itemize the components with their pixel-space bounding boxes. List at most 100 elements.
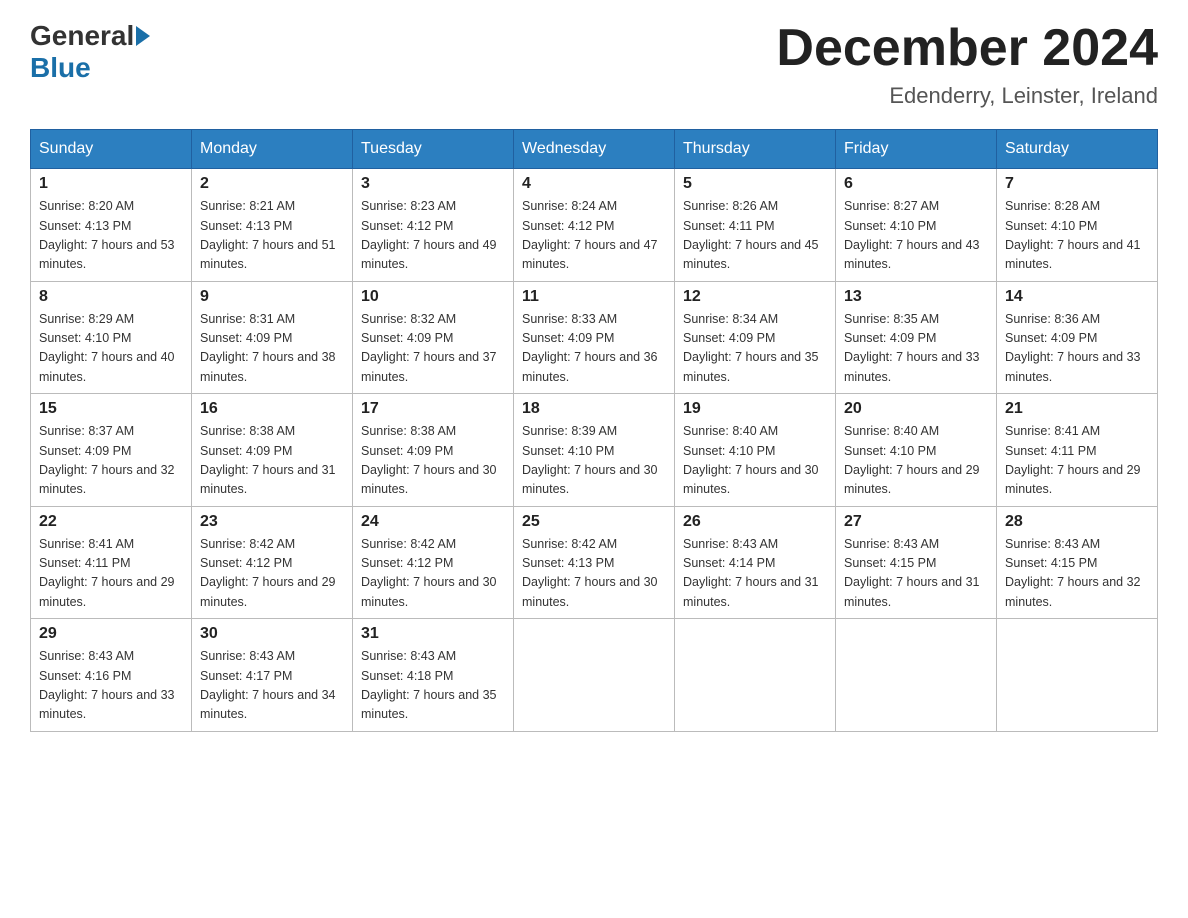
col-tuesday: Tuesday (353, 130, 514, 169)
col-thursday: Thursday (675, 130, 836, 169)
day-number: 15 (39, 400, 183, 418)
table-row: 11 Sunrise: 8:33 AMSunset: 4:09 PMDaylig… (514, 281, 675, 394)
col-saturday: Saturday (997, 130, 1158, 169)
day-info: Sunrise: 8:35 AMSunset: 4:09 PMDaylight:… (844, 312, 980, 384)
day-number: 8 (39, 288, 183, 306)
table-row (997, 619, 1158, 732)
table-row: 9 Sunrise: 8:31 AMSunset: 4:09 PMDayligh… (192, 281, 353, 394)
table-row: 3 Sunrise: 8:23 AMSunset: 4:12 PMDayligh… (353, 169, 514, 282)
table-row: 19 Sunrise: 8:40 AMSunset: 4:10 PMDaylig… (675, 394, 836, 507)
day-number: 10 (361, 288, 505, 306)
table-row: 24 Sunrise: 8:42 AMSunset: 4:12 PMDaylig… (353, 506, 514, 619)
day-number: 17 (361, 400, 505, 418)
table-row: 12 Sunrise: 8:34 AMSunset: 4:09 PMDaylig… (675, 281, 836, 394)
page-header: General Blue December 2024 Edenderry, Le… (30, 20, 1158, 109)
calendar-header-row: Sunday Monday Tuesday Wednesday Thursday… (31, 130, 1158, 169)
col-monday: Monday (192, 130, 353, 169)
day-number: 9 (200, 288, 344, 306)
day-number: 14 (1005, 288, 1149, 306)
day-info: Sunrise: 8:37 AMSunset: 4:09 PMDaylight:… (39, 424, 175, 496)
table-row: 15 Sunrise: 8:37 AMSunset: 4:09 PMDaylig… (31, 394, 192, 507)
table-row: 8 Sunrise: 8:29 AMSunset: 4:10 PMDayligh… (31, 281, 192, 394)
table-row: 2 Sunrise: 8:21 AMSunset: 4:13 PMDayligh… (192, 169, 353, 282)
day-info: Sunrise: 8:42 AMSunset: 4:12 PMDaylight:… (200, 537, 336, 609)
month-title: December 2024 (776, 20, 1158, 77)
day-info: Sunrise: 8:41 AMSunset: 4:11 PMDaylight:… (1005, 424, 1141, 496)
day-number: 22 (39, 513, 183, 531)
day-number: 18 (522, 400, 666, 418)
table-row: 27 Sunrise: 8:43 AMSunset: 4:15 PMDaylig… (836, 506, 997, 619)
table-row: 28 Sunrise: 8:43 AMSunset: 4:15 PMDaylig… (997, 506, 1158, 619)
day-number: 5 (683, 175, 827, 193)
day-info: Sunrise: 8:27 AMSunset: 4:10 PMDaylight:… (844, 199, 980, 271)
table-row: 1 Sunrise: 8:20 AMSunset: 4:13 PMDayligh… (31, 169, 192, 282)
col-wednesday: Wednesday (514, 130, 675, 169)
day-info: Sunrise: 8:43 AMSunset: 4:14 PMDaylight:… (683, 537, 819, 609)
table-row: 21 Sunrise: 8:41 AMSunset: 4:11 PMDaylig… (997, 394, 1158, 507)
day-info: Sunrise: 8:39 AMSunset: 4:10 PMDaylight:… (522, 424, 658, 496)
day-info: Sunrise: 8:42 AMSunset: 4:12 PMDaylight:… (361, 537, 497, 609)
calendar-week-row: 29 Sunrise: 8:43 AMSunset: 4:16 PMDaylig… (31, 619, 1158, 732)
day-number: 26 (683, 513, 827, 531)
table-row: 25 Sunrise: 8:42 AMSunset: 4:13 PMDaylig… (514, 506, 675, 619)
calendar-week-row: 22 Sunrise: 8:41 AMSunset: 4:11 PMDaylig… (31, 506, 1158, 619)
day-info: Sunrise: 8:28 AMSunset: 4:10 PMDaylight:… (1005, 199, 1141, 271)
table-row: 4 Sunrise: 8:24 AMSunset: 4:12 PMDayligh… (514, 169, 675, 282)
table-row: 30 Sunrise: 8:43 AMSunset: 4:17 PMDaylig… (192, 619, 353, 732)
day-number: 25 (522, 513, 666, 531)
table-row: 18 Sunrise: 8:39 AMSunset: 4:10 PMDaylig… (514, 394, 675, 507)
day-number: 11 (522, 288, 666, 306)
day-number: 7 (1005, 175, 1149, 193)
day-number: 3 (361, 175, 505, 193)
day-number: 2 (200, 175, 344, 193)
table-row: 7 Sunrise: 8:28 AMSunset: 4:10 PMDayligh… (997, 169, 1158, 282)
day-info: Sunrise: 8:31 AMSunset: 4:09 PMDaylight:… (200, 312, 336, 384)
day-number: 28 (1005, 513, 1149, 531)
logo: General Blue (30, 20, 152, 84)
day-number: 20 (844, 400, 988, 418)
logo-general-text: General (30, 20, 134, 52)
table-row: 6 Sunrise: 8:27 AMSunset: 4:10 PMDayligh… (836, 169, 997, 282)
table-row: 16 Sunrise: 8:38 AMSunset: 4:09 PMDaylig… (192, 394, 353, 507)
day-info: Sunrise: 8:34 AMSunset: 4:09 PMDaylight:… (683, 312, 819, 384)
day-number: 31 (361, 625, 505, 643)
table-row: 23 Sunrise: 8:42 AMSunset: 4:12 PMDaylig… (192, 506, 353, 619)
day-info: Sunrise: 8:24 AMSunset: 4:12 PMDaylight:… (522, 199, 658, 271)
day-number: 27 (844, 513, 988, 531)
location: Edenderry, Leinster, Ireland (776, 83, 1158, 109)
day-number: 19 (683, 400, 827, 418)
day-number: 4 (522, 175, 666, 193)
day-info: Sunrise: 8:38 AMSunset: 4:09 PMDaylight:… (361, 424, 497, 496)
day-info: Sunrise: 8:36 AMSunset: 4:09 PMDaylight:… (1005, 312, 1141, 384)
calendar-week-row: 1 Sunrise: 8:20 AMSunset: 4:13 PMDayligh… (31, 169, 1158, 282)
table-row: 31 Sunrise: 8:43 AMSunset: 4:18 PMDaylig… (353, 619, 514, 732)
calendar-week-row: 8 Sunrise: 8:29 AMSunset: 4:10 PMDayligh… (31, 281, 1158, 394)
table-row: 29 Sunrise: 8:43 AMSunset: 4:16 PMDaylig… (31, 619, 192, 732)
day-info: Sunrise: 8:42 AMSunset: 4:13 PMDaylight:… (522, 537, 658, 609)
day-info: Sunrise: 8:43 AMSunset: 4:18 PMDaylight:… (361, 649, 497, 721)
day-info: Sunrise: 8:40 AMSunset: 4:10 PMDaylight:… (683, 424, 819, 496)
table-row: 26 Sunrise: 8:43 AMSunset: 4:14 PMDaylig… (675, 506, 836, 619)
table-row: 22 Sunrise: 8:41 AMSunset: 4:11 PMDaylig… (31, 506, 192, 619)
day-info: Sunrise: 8:43 AMSunset: 4:17 PMDaylight:… (200, 649, 336, 721)
table-row: 17 Sunrise: 8:38 AMSunset: 4:09 PMDaylig… (353, 394, 514, 507)
day-info: Sunrise: 8:21 AMSunset: 4:13 PMDaylight:… (200, 199, 336, 271)
table-row: 14 Sunrise: 8:36 AMSunset: 4:09 PMDaylig… (997, 281, 1158, 394)
table-row (675, 619, 836, 732)
day-number: 6 (844, 175, 988, 193)
table-row (836, 619, 997, 732)
day-info: Sunrise: 8:20 AMSunset: 4:13 PMDaylight:… (39, 199, 175, 271)
col-friday: Friday (836, 130, 997, 169)
day-number: 1 (39, 175, 183, 193)
day-info: Sunrise: 8:40 AMSunset: 4:10 PMDaylight:… (844, 424, 980, 496)
day-info: Sunrise: 8:41 AMSunset: 4:11 PMDaylight:… (39, 537, 175, 609)
day-info: Sunrise: 8:38 AMSunset: 4:09 PMDaylight:… (200, 424, 336, 496)
day-number: 12 (683, 288, 827, 306)
day-number: 23 (200, 513, 344, 531)
day-info: Sunrise: 8:43 AMSunset: 4:16 PMDaylight:… (39, 649, 175, 721)
table-row: 5 Sunrise: 8:26 AMSunset: 4:11 PMDayligh… (675, 169, 836, 282)
day-info: Sunrise: 8:32 AMSunset: 4:09 PMDaylight:… (361, 312, 497, 384)
calendar-week-row: 15 Sunrise: 8:37 AMSunset: 4:09 PMDaylig… (31, 394, 1158, 507)
logo-arrow-icon (136, 26, 150, 46)
day-info: Sunrise: 8:33 AMSunset: 4:09 PMDaylight:… (522, 312, 658, 384)
